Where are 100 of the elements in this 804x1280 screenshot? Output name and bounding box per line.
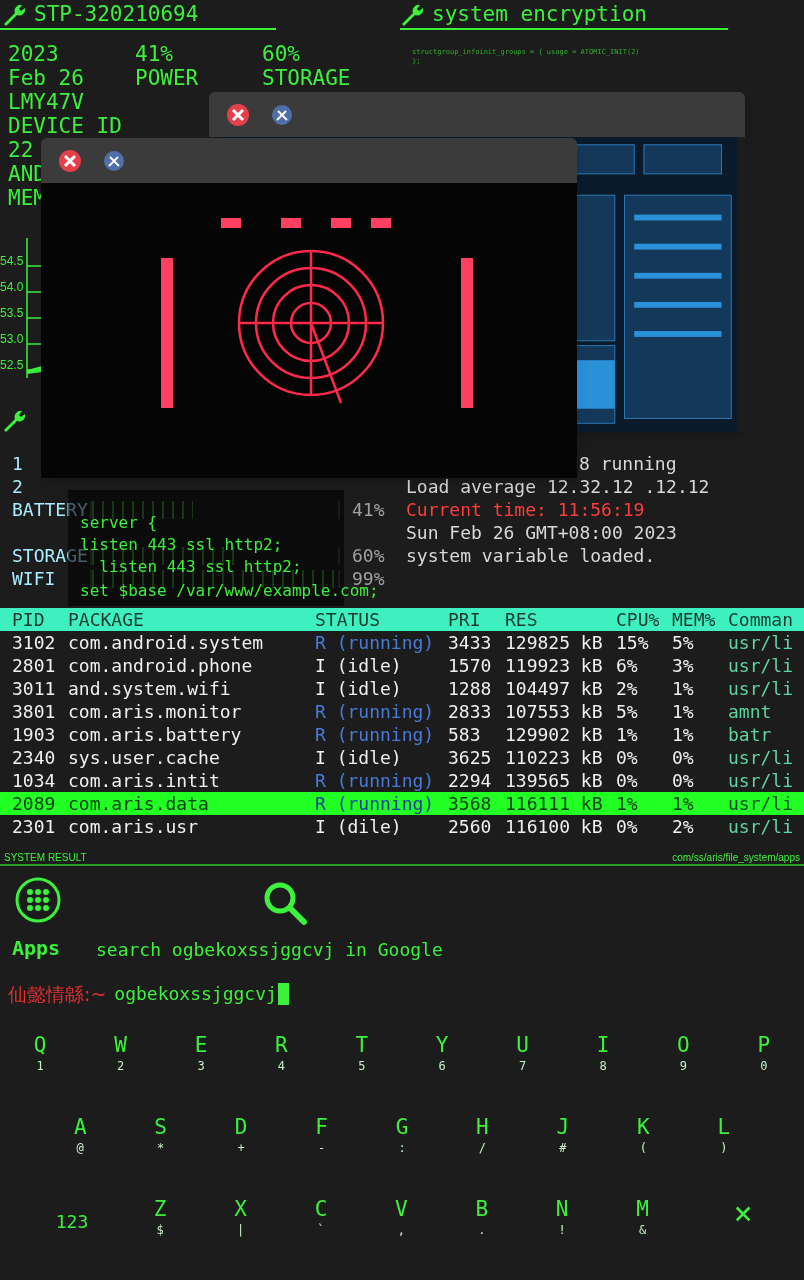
keyboard-key[interactable]: 123 — [0, 1196, 120, 1248]
footer-label: SYSTEM RESULT — [4, 852, 87, 864]
table-cell-text: 2801 — [12, 654, 57, 677]
table-row[interactable]: 3801 com.aris.monitor R (running) 2833 107553 kB 5% 1% amnt — [0, 700, 804, 723]
keyboard-key[interactable]: × — [682, 1196, 804, 1248]
keyboard-key[interactable]: M & — [602, 1196, 683, 1248]
keyboard-key[interactable]: N ! — [521, 1196, 603, 1248]
code-line: listen 443 ssl http2; — [98, 556, 302, 578]
keyboard-key[interactable]: U 7 — [482, 1032, 563, 1084]
table-cell-text: and.system.wifi — [68, 677, 232, 700]
table-row[interactable]: 2340 sys.user.cache I (idle) 3625 110223 kB 0% 0% usr/li — [0, 746, 804, 769]
table-row[interactable]: 3102 com.android.system R (running) 3433 129825 kB 15% 5% usr/li — [0, 631, 804, 654]
status-cell-text: I (idle) — [315, 746, 403, 769]
axis-label: 53.5 — [0, 305, 25, 322]
table-cell-text: 129825 kB — [505, 631, 604, 654]
axis-label: 52.5 — [0, 357, 25, 374]
table-cell-text: 1034 — [12, 769, 57, 792]
status-line: Load average 12.32.12 .12.12 — [405, 475, 710, 498]
table-cell-text: 1% — [672, 700, 695, 723]
command-cell-text: usr/li — [728, 815, 795, 838]
keyboard-key[interactable]: R 4 — [241, 1032, 322, 1084]
table-row[interactable]: 2801 com.android.phone I (idle) 1570 119923 kB 6% 3% usr/li — [0, 654, 804, 677]
keyboard-key[interactable]: D + — [200, 1114, 282, 1166]
meter-reading: 60% — [352, 544, 385, 567]
table-cell-text: 6% — [616, 654, 639, 677]
keyboard-key[interactable]: Q 1 — [0, 1032, 81, 1084]
table-cell-text: 2833 — [448, 700, 493, 723]
status-text: 22 — [8, 138, 34, 162]
axis-label: 54.5 — [0, 253, 25, 270]
table-cell-text: 139565 kB — [505, 769, 604, 792]
table-cell-text: 1% — [672, 792, 695, 815]
keyboard-key[interactable]: O 9 — [643, 1032, 724, 1084]
status-line: 8 running — [578, 452, 678, 475]
table-cell-text: 5% — [672, 631, 695, 654]
column-header: MEM% — [672, 608, 717, 631]
keyboard-key[interactable]: T 5 — [321, 1032, 402, 1084]
close-button[interactable] — [58, 148, 82, 173]
table-row[interactable]: 2089 com.aris.data R (running) 3568 116111 kB 1% 1% usr/li — [0, 792, 804, 815]
keyboard-key[interactable]: J # — [522, 1114, 604, 1166]
table-cell-text: 5% — [616, 700, 639, 723]
table-cell-text: 0% — [616, 746, 639, 769]
status-cell-text: I (idle) — [315, 654, 403, 677]
table-cell-text: 104497 kB — [505, 677, 604, 700]
keyboard-key[interactable]: E 3 — [160, 1032, 242, 1084]
status-text: 41% — [135, 42, 173, 66]
keyboard-key[interactable]: P 0 — [723, 1032, 804, 1084]
keyboard-key[interactable]: W 2 — [80, 1032, 161, 1084]
table-cell-text: 0% — [672, 769, 695, 792]
keyboard-key[interactable]: A @ — [40, 1114, 121, 1166]
table-cell-text: 15% — [616, 631, 650, 654]
status-text: DEVICE ID — [8, 114, 122, 138]
table-cell-text: 2% — [672, 815, 695, 838]
axis-label: 53.0 — [0, 331, 25, 348]
table-cell-text: 3011 — [12, 677, 57, 700]
table-cell-text: 3625 — [448, 746, 493, 769]
table-cell-text: com.aris.data — [68, 792, 210, 815]
column-header: PID — [12, 608, 46, 631]
command-cell-text: usr/li — [728, 654, 795, 677]
keyboard-key[interactable]: H / — [442, 1114, 523, 1166]
column-header: CPU% — [616, 608, 661, 631]
table-cell-text: 3102 — [12, 631, 57, 654]
status-cell-text: I (dile) — [315, 815, 403, 838]
keyboard-key[interactable]: K ( — [603, 1114, 684, 1166]
keyboard-key[interactable]: F - — [281, 1114, 362, 1166]
table-cell-text: sys.user.cache — [68, 746, 221, 769]
status-text: STORAGE — [262, 66, 351, 90]
meter-reading: 41% — [352, 498, 385, 521]
keyboard-key[interactable]: V , — [361, 1196, 442, 1248]
status-text: POWER — [135, 66, 199, 90]
close-icon — [58, 148, 82, 173]
search-suggestion[interactable]: search ogbekoxssjggcvj in Google — [96, 938, 443, 962]
keyboard-key[interactable]: Y 6 — [402, 1032, 483, 1084]
table-row[interactable]: 3011 and.system.wifi I (idle) 1288 104497 kB 2% 1% usr/li — [0, 677, 804, 700]
table-cell-text: 2560 — [448, 815, 493, 838]
apps-link[interactable]: Apps — [12, 936, 61, 960]
table-row[interactable]: 2301 com.aris.usr I (dile) 2560 116100 kB 0% 2% usr/li — [0, 815, 804, 838]
keyboard-key[interactable]: G : — [361, 1114, 443, 1166]
search-icon — [262, 880, 308, 926]
status-line: Current time: 11:56:19 — [405, 498, 646, 521]
meter-label: 2 — [12, 475, 24, 498]
close-button[interactable] — [226, 102, 250, 127]
keyboard-key[interactable]: I 8 — [562, 1032, 644, 1084]
command-cell-text: usr/li — [728, 792, 795, 815]
wrench-icon — [400, 2, 424, 26]
keyboard-key[interactable]: C ` — [280, 1196, 362, 1248]
command-input[interactable]: ogbekoxssjggcvj — [114, 981, 289, 1007]
keyboard-key[interactable]: Z $ — [120, 1196, 201, 1248]
table-cell-text: 1288 — [448, 677, 493, 700]
table-row[interactable]: 1034 com.aris.intit R (running) 2294 139565 kB 0% 0% usr/li — [0, 769, 804, 792]
panel-title: system encryption — [432, 2, 647, 26]
table-row[interactable]: 1903 com.aris.battery R (running) 583 129902 kB 1% 1% batr — [0, 723, 804, 746]
command-cell-text: usr/li — [728, 769, 795, 792]
table-cell-text: 116100 kB — [505, 815, 604, 838]
keyboard-key[interactable]: X | — [200, 1196, 281, 1248]
keyboard-key[interactable]: L ) — [683, 1114, 764, 1166]
table-cell-text: 110223 kB — [505, 746, 604, 769]
table-cell-text: com.aris.monitor — [68, 700, 243, 723]
keyboard-key[interactable]: S * — [120, 1114, 201, 1166]
keyboard-key[interactable]: B . — [441, 1196, 522, 1248]
wrench-icon — [2, 2, 26, 26]
